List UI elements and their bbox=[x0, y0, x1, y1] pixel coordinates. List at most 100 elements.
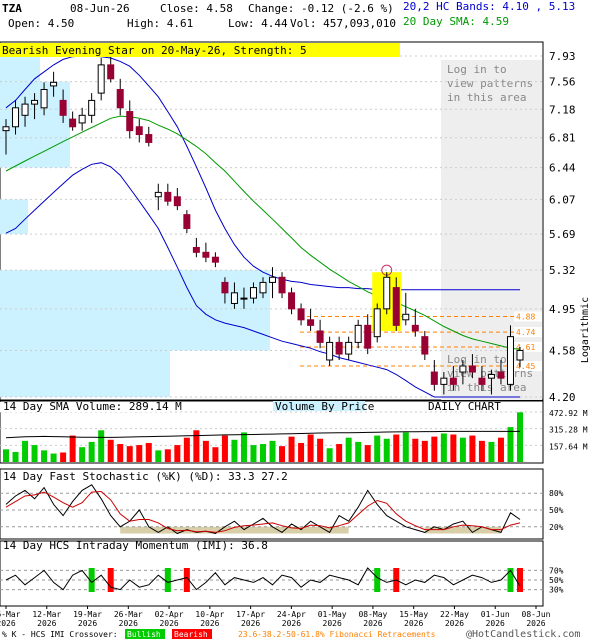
volume-bar bbox=[345, 437, 352, 462]
fib-label: 4.45 bbox=[516, 362, 535, 371]
volume-bar bbox=[60, 452, 67, 462]
volume-bar bbox=[317, 438, 324, 462]
volume-bar bbox=[383, 438, 390, 462]
candle bbox=[126, 111, 134, 132]
vbp-block bbox=[0, 56, 40, 82]
login-text-line2: view patterns bbox=[447, 77, 533, 90]
crossover-signal bbox=[507, 568, 514, 592]
y-tick-label: 6.07 bbox=[549, 193, 576, 206]
volume-bar bbox=[22, 440, 29, 462]
ticker: TZA bbox=[2, 2, 22, 15]
low-value: Low: 4.44 bbox=[228, 17, 288, 30]
volume-bar bbox=[231, 439, 238, 462]
bullish-label: Bullish bbox=[127, 630, 161, 639]
volume-tick-label: 472.92 M bbox=[549, 409, 588, 418]
x-tick-label: 10-Apr bbox=[195, 610, 224, 619]
candle bbox=[278, 276, 286, 294]
candle bbox=[259, 281, 267, 294]
candle bbox=[154, 191, 162, 198]
crossover-signal bbox=[517, 568, 523, 592]
candle bbox=[373, 308, 381, 338]
volume-bar bbox=[41, 450, 48, 462]
stoch-tick-label: 50% bbox=[549, 506, 564, 515]
fib-legend: 23.6-38.2-50-61.8% Fibonacci Retracement… bbox=[238, 630, 436, 639]
imi-tick-label: 70% bbox=[549, 566, 564, 575]
volume-bar bbox=[326, 448, 333, 462]
x-axis-labels: 06-Mar202612-Mar202619-Mar202626-Mar2026… bbox=[0, 606, 551, 628]
vbp-label: Volume By Price bbox=[275, 400, 374, 413]
volume-bar bbox=[240, 432, 247, 462]
volume-bar bbox=[88, 441, 95, 462]
candle bbox=[487, 373, 495, 379]
x-tick-year: 2026 bbox=[486, 619, 505, 628]
volume-bar bbox=[507, 427, 514, 462]
volume-bar bbox=[183, 437, 190, 462]
x-tick-label: 01-May bbox=[318, 610, 347, 619]
candle bbox=[135, 126, 143, 136]
volume-bar bbox=[450, 434, 457, 462]
candle bbox=[440, 377, 448, 385]
copyright[interactable]: @HotCandlestick.com bbox=[466, 629, 580, 640]
volume-bar bbox=[288, 436, 295, 462]
volume-bar bbox=[431, 436, 438, 462]
volume-bar bbox=[145, 442, 152, 462]
pattern-label[interactable]: Bearish Evening Star on 20-May-26, Stren… bbox=[2, 44, 307, 57]
volume-bar bbox=[50, 453, 57, 462]
volume-bar bbox=[117, 444, 124, 462]
imi-tick-label: 30% bbox=[549, 586, 564, 595]
candle bbox=[392, 287, 400, 326]
volume-bar bbox=[212, 447, 219, 462]
sma-value: 20 Day SMA: 4.59 bbox=[403, 15, 509, 28]
volume-bar bbox=[12, 451, 19, 462]
login-text2-line3: in this area bbox=[447, 381, 526, 394]
volume-bar bbox=[107, 439, 114, 462]
x-tick-year: 2026 bbox=[526, 619, 545, 628]
volume-bar bbox=[221, 435, 228, 462]
candle bbox=[364, 324, 372, 349]
x-tick-year: 2026 bbox=[78, 619, 97, 628]
y-tick-label: 7.56 bbox=[549, 76, 576, 89]
imi-label: 14 Day HCS Intraday Momentum (IMI): 36.8 bbox=[3, 539, 268, 552]
candle bbox=[145, 134, 153, 143]
vbp-block bbox=[0, 350, 170, 397]
x-tick-label: 19-Mar bbox=[73, 610, 102, 619]
candle bbox=[411, 324, 419, 332]
candle bbox=[230, 292, 238, 304]
imi-panel: 70%50%30% 14 Day HCS Intraday Momentum (… bbox=[0, 539, 564, 607]
fib-label: 4.88 bbox=[516, 312, 535, 321]
x-tick-label: 12-Mar bbox=[32, 610, 61, 619]
volume-bar bbox=[136, 445, 143, 462]
bearish-label: Bearish bbox=[174, 630, 208, 639]
x-tick-label: 08-May bbox=[358, 610, 387, 619]
x-tick-year: 2026 bbox=[404, 619, 423, 628]
x-tick-label: 01-Jun bbox=[481, 610, 510, 619]
candle bbox=[173, 196, 181, 207]
candle bbox=[297, 308, 305, 321]
candle bbox=[69, 118, 77, 128]
volume-bar bbox=[269, 440, 276, 462]
x-tick-label: 22-May bbox=[440, 610, 469, 619]
crossover-signal bbox=[374, 568, 381, 592]
volume-bar bbox=[250, 445, 257, 462]
x-tick-year: 2026 bbox=[159, 619, 178, 628]
volume-bar bbox=[126, 446, 133, 462]
volume-bar bbox=[307, 434, 314, 462]
login-text2-line1: Log in to bbox=[447, 353, 507, 366]
daily-chart-label: DAILY CHART bbox=[428, 400, 501, 413]
y-tick-label: 7.18 bbox=[549, 103, 576, 116]
x-tick-year: 2026 bbox=[445, 619, 464, 628]
volume-tick-label: 315.28 M bbox=[549, 426, 588, 435]
y-tick-label: 4.20 bbox=[549, 391, 576, 404]
x-tick-label: 02-Apr bbox=[155, 610, 184, 619]
x-tick-year: 2026 bbox=[282, 619, 301, 628]
candle bbox=[164, 191, 172, 202]
x-tick-year: 2026 bbox=[241, 619, 260, 628]
candle bbox=[383, 276, 391, 310]
candle bbox=[12, 107, 20, 128]
candle bbox=[402, 313, 410, 321]
x-tick-year: 2026 bbox=[119, 619, 138, 628]
volume-bar bbox=[298, 442, 305, 462]
x-tick-label: 17-Apr bbox=[236, 610, 265, 619]
candle bbox=[202, 251, 210, 258]
volume-bar bbox=[478, 440, 485, 462]
